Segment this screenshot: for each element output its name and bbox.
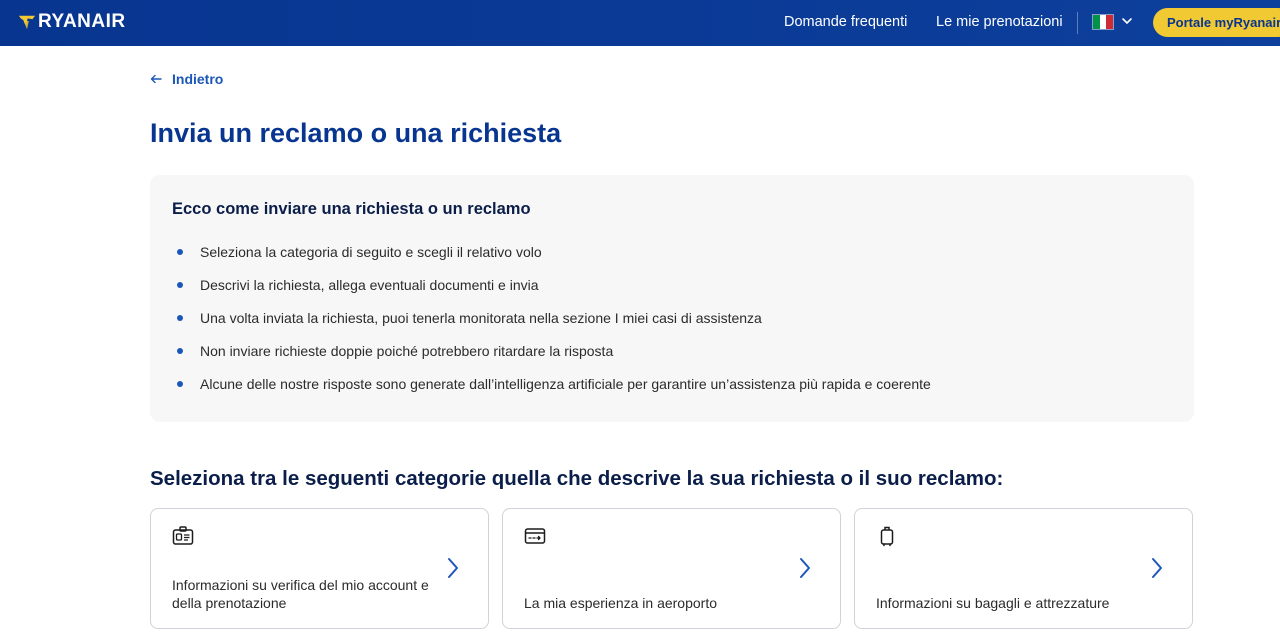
list-item: Non inviare richieste doppie poiché potr… (172, 334, 931, 367)
category-card-label: La mia esperienza in aeroporto (524, 595, 718, 611)
bullet-icon (177, 281, 183, 288)
bullet-icon (177, 248, 183, 255)
instructions-title: Ecco come inviare una richiesta o un rec… (172, 200, 531, 218)
list-item-text: Descrivi la richiesta, allega eventuali … (200, 276, 539, 293)
bullet-icon (177, 347, 183, 354)
list-item: Alcune delle nostre risposte sono genera… (172, 367, 931, 400)
bullet-icon (177, 380, 183, 387)
nav-divider (1077, 12, 1078, 34)
list-item-text: Alcune delle nostre risposte sono genera… (200, 375, 931, 392)
italy-flag-icon[interactable] (1092, 14, 1114, 30)
nav-faq-link[interactable]: Domande frequenti (784, 14, 907, 30)
id-card-icon (172, 526, 194, 545)
list-item: Seleziona la categoria di seguito e sceg… (172, 235, 931, 268)
list-item: Una volta inviata la richiesta, puoi ten… (172, 301, 931, 334)
ryanair-logo[interactable]: RYANAIR (18, 11, 126, 33)
luggage-icon (880, 526, 894, 547)
instructions-list: Seleziona la categoria di seguito e sceg… (172, 235, 931, 400)
boarding-pass-icon (524, 528, 546, 544)
list-item-text: Una volta inviata la richiesta, puoi ten… (200, 309, 762, 326)
arrow-left-icon (150, 74, 162, 84)
list-item-text: Seleziona la categoria di seguito e sceg… (200, 243, 542, 260)
list-item-text: Non inviare richieste doppie poiché potr… (200, 342, 614, 359)
category-card-label: Informazioni su verifica del mio account… (172, 577, 429, 611)
page-title: Invia un reclamo o una richiesta (150, 118, 562, 148)
top-navigation-bar: RYANAIR Domande frequenti Le mie prenota… (0, 0, 1280, 46)
chevron-right-icon (800, 558, 810, 578)
category-card-account[interactable]: Informazioni su verifica del mio account… (150, 508, 489, 629)
list-item: Descrivi la richiesta, allega eventuali … (172, 268, 931, 301)
bullet-icon (177, 314, 183, 321)
chevron-right-icon (448, 558, 458, 578)
category-card-airport[interactable]: La mia esperienza in aeroporto (502, 508, 841, 629)
nav-bookings-link[interactable]: Le mie prenotazioni (936, 14, 1063, 30)
instructions-box: Ecco come inviare una richiesta o un rec… (150, 175, 1194, 422)
myryanair-portal-button[interactable]: Portale myRyanair (1153, 8, 1280, 37)
categories-title: Seleziona tra le seguenti categorie quel… (150, 467, 1004, 490)
chevron-down-icon[interactable] (1120, 14, 1134, 28)
harp-logo-icon (18, 15, 36, 30)
back-label: Indietro (172, 71, 224, 87)
category-card-baggage[interactable]: Informazioni su bagagli e attrezzature (854, 508, 1193, 629)
chevron-right-icon (1152, 558, 1162, 578)
back-link[interactable]: Indietro (150, 71, 223, 87)
brand-name: RYANAIR (38, 11, 126, 32)
category-card-label: Informazioni su bagagli e attrezzature (876, 595, 1110, 611)
